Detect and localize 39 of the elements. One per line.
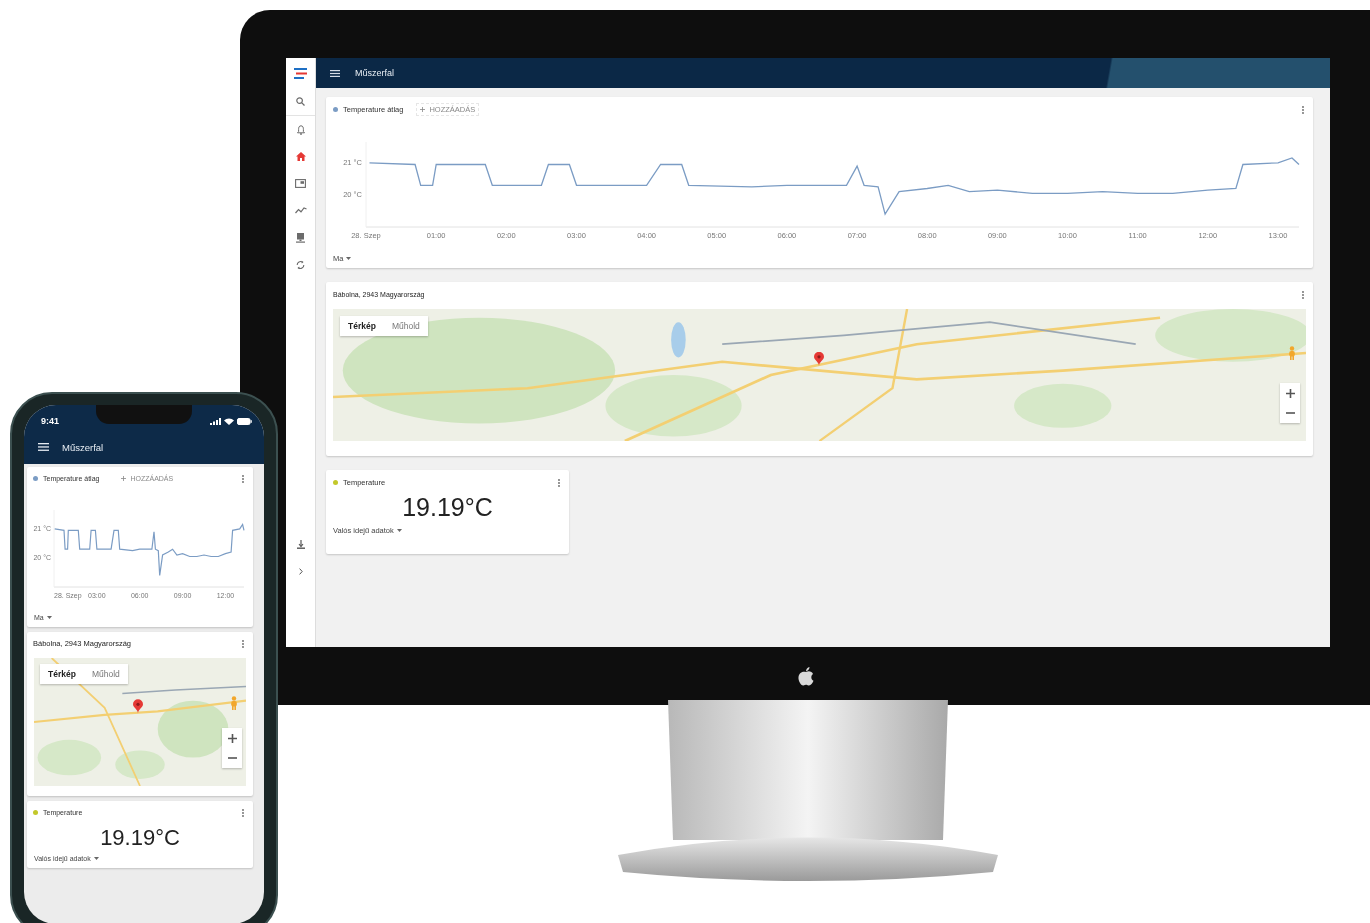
person-icon[interactable]: [1288, 346, 1296, 360]
map-type-tab[interactable]: Térkép: [340, 316, 384, 336]
chevron-right-icon: [298, 568, 303, 575]
map-type-tab[interactable]: Műhold: [383, 316, 428, 336]
map-type-tab[interactable]: Térkép: [40, 664, 84, 684]
signal-icon: [210, 417, 221, 425]
battery-icon: [237, 417, 252, 425]
wifi-icon: [224, 417, 234, 425]
monitor-icon: [296, 232, 305, 243]
menu-icon[interactable]: [38, 443, 49, 451]
widget-icon: [295, 179, 306, 188]
sync-icon: [296, 259, 305, 270]
plus-icon: [121, 476, 127, 481]
plus-icon: [420, 107, 426, 112]
bell-icon: [296, 124, 305, 135]
temperature-value: 19.19°C: [100, 825, 180, 851]
person-icon[interactable]: [230, 696, 238, 710]
search-icon: [296, 97, 305, 106]
caret-icon: [46, 616, 52, 619]
caret-icon: [396, 529, 402, 532]
home-icon: [295, 152, 306, 161]
minus-icon: [227, 757, 237, 759]
map-pin-icon: [133, 699, 143, 714]
map-pin-icon: [814, 352, 824, 366]
app-logo-icon: [294, 67, 307, 79]
status-time: 9:41: [40, 416, 59, 426]
plus-icon: [1285, 388, 1295, 398]
page-title: Műszerfal: [355, 68, 394, 78]
caret-icon: [93, 857, 99, 860]
trend-line-icon: [294, 207, 307, 214]
minus-icon: [1285, 412, 1295, 414]
menu-icon[interactable]: [330, 69, 340, 77]
download-icon: [296, 540, 305, 549]
plus-icon: [227, 733, 237, 743]
page-title: Műszerfal: [62, 441, 104, 453]
caret-icon: [346, 257, 352, 260]
temperature-value: 19.19°C: [402, 493, 493, 522]
map-type-tab[interactable]: Műhold: [83, 664, 128, 684]
logo-icon: [798, 666, 814, 686]
